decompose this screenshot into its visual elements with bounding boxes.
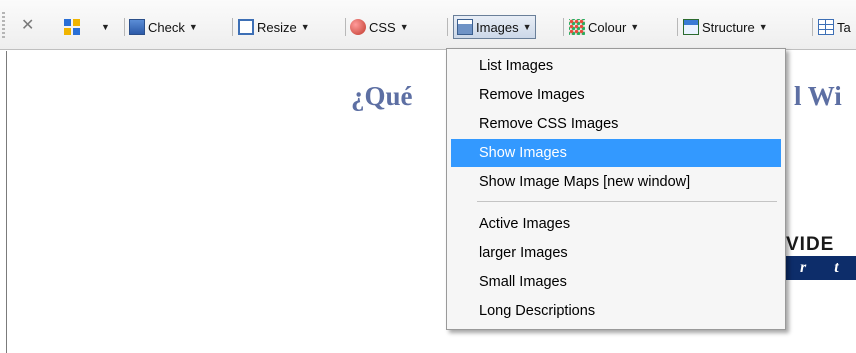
menu-item-long-descriptions[interactable]: Long Descriptions bbox=[451, 297, 781, 325]
page-title-end: l Wi bbox=[794, 81, 842, 111]
toolbar: ✕ ▼ Check ▼ Resize ▼ CSS ▼ Images ▼ Colo… bbox=[0, 0, 856, 50]
check-button[interactable]: Check ▼ bbox=[129, 16, 198, 38]
chevron-down-icon: ▼ bbox=[300, 22, 310, 32]
menu-item-show-images[interactable]: Show Images bbox=[451, 139, 781, 167]
structure-button[interactable]: Structure ▼ bbox=[683, 16, 768, 38]
colour-palette-icon bbox=[569, 19, 585, 35]
separator bbox=[124, 18, 125, 36]
structure-icon bbox=[683, 19, 699, 35]
structure-label: Structure bbox=[702, 19, 755, 35]
colour-label: Colour bbox=[588, 19, 627, 35]
resize-button[interactable]: Resize ▼ bbox=[238, 16, 310, 38]
chevron-down-icon: ▼ bbox=[101, 22, 110, 32]
html-icon bbox=[129, 19, 145, 35]
separator bbox=[232, 18, 233, 36]
chevron-down-icon: ▼ bbox=[630, 22, 640, 32]
page-title-start: ¿Qué bbox=[351, 81, 413, 111]
close-icon[interactable]: ✕ bbox=[21, 18, 34, 34]
menu-item-larger-images[interactable]: larger Images bbox=[451, 239, 781, 267]
chevron-down-icon: ▼ bbox=[188, 22, 198, 32]
resize-icon bbox=[238, 19, 254, 35]
menu-item-list-images[interactable]: List Images bbox=[451, 52, 781, 80]
menu-separator bbox=[477, 201, 777, 202]
images-label: Images bbox=[476, 19, 519, 35]
check-label: Check bbox=[148, 19, 185, 35]
colour-button[interactable]: Colour ▼ bbox=[569, 16, 639, 38]
color-grid-icon bbox=[64, 19, 80, 35]
separator bbox=[447, 18, 448, 36]
chevron-down-icon: ▼ bbox=[522, 22, 532, 32]
images-dropdown-menu: List Images Remove Images Remove CSS Ima… bbox=[446, 48, 786, 330]
logo-text: VIDE bbox=[786, 234, 835, 255]
css-label: CSS bbox=[369, 19, 396, 35]
menu-item-show-image-maps[interactable]: Show Image Maps [new window] bbox=[451, 168, 781, 196]
chevron-down-icon: ▼ bbox=[399, 22, 409, 32]
separator bbox=[812, 18, 813, 36]
toolbar-grip[interactable] bbox=[2, 12, 5, 40]
options-button[interactable]: ▼ bbox=[64, 16, 110, 38]
chevron-down-icon: ▼ bbox=[758, 22, 768, 32]
tables-label: Ta bbox=[837, 19, 851, 35]
menu-item-remove-images[interactable]: Remove Images bbox=[451, 81, 781, 109]
css-button[interactable]: CSS ▼ bbox=[350, 16, 409, 38]
page-border bbox=[6, 51, 7, 353]
separator bbox=[563, 18, 564, 36]
logo-bar: r t bbox=[784, 256, 856, 280]
menu-item-remove-css-images[interactable]: Remove CSS Images bbox=[451, 110, 781, 138]
separator bbox=[345, 18, 346, 36]
table-icon bbox=[818, 19, 834, 35]
separator bbox=[677, 18, 678, 36]
menu-item-active-images[interactable]: Active Images bbox=[451, 210, 781, 238]
menu-item-small-images[interactable]: Small Images bbox=[451, 268, 781, 296]
css-icon bbox=[350, 19, 366, 35]
resize-label: Resize bbox=[257, 19, 297, 35]
images-icon bbox=[457, 19, 473, 35]
tables-button[interactable]: Ta bbox=[818, 16, 851, 38]
images-button[interactable]: Images ▼ bbox=[453, 15, 536, 39]
